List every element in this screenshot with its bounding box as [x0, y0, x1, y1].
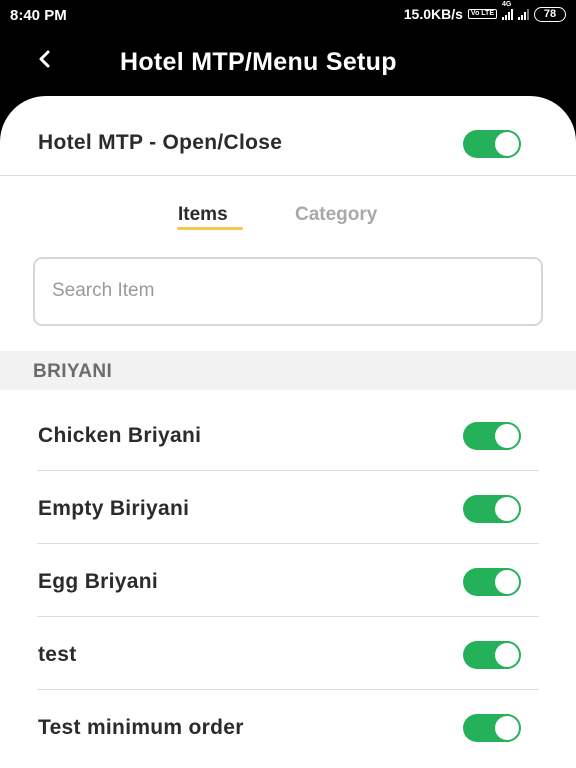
chevron-left-icon: [39, 50, 50, 68]
toggle-knob: [495, 643, 519, 667]
battery-icon: 78: [534, 6, 566, 22]
list-item: test: [0, 617, 576, 690]
status-indicators: 15.0KB/s Vo LTE 4G 78: [403, 1, 566, 22]
volte-icon: Vo LTE: [467, 9, 497, 19]
app-header: Hotel MTP/Menu Setup: [0, 30, 576, 98]
content-sheet: Hotel MTP - Open/Close Items Category BR…: [0, 96, 576, 768]
tab-bar: Items Category: [0, 204, 576, 234]
list-item: Chicken Briyani: [0, 398, 576, 471]
toggle-knob: [495, 424, 519, 448]
active-tab-indicator: [177, 227, 243, 230]
network-type: 4G: [502, 1, 512, 8]
item-label: Chicken Briyani: [38, 424, 202, 447]
list-item: Test minimum order: [0, 690, 576, 763]
signal-icon: [518, 8, 529, 20]
tab-items[interactable]: Items: [178, 204, 228, 226]
search-input[interactable]: [52, 277, 522, 305]
master-toggle-row: Hotel MTP - Open/Close: [0, 96, 576, 176]
toggle-knob: [495, 570, 519, 594]
item-label: Empty Biriyani: [38, 497, 190, 520]
toggle-knob: [495, 716, 519, 740]
item-toggle-switch[interactable]: [463, 714, 521, 742]
search-box[interactable]: [33, 257, 543, 326]
list-item: Empty Biriyani: [0, 471, 576, 544]
master-toggle-switch[interactable]: [463, 130, 521, 158]
item-toggle-switch[interactable]: [463, 641, 521, 669]
status-bar: 8:40 PM 15.0KB/s Vo LTE 4G 78: [0, 0, 576, 30]
item-toggle-switch[interactable]: [463, 495, 521, 523]
item-label: test: [38, 643, 77, 666]
tab-category[interactable]: Category: [295, 204, 377, 226]
battery-level: 78: [543, 8, 557, 20]
toggle-knob: [495, 132, 519, 156]
back-button[interactable]: [30, 44, 60, 74]
page-title: Hotel MTP/Menu Setup: [120, 48, 397, 76]
list-item: Egg Briyani: [0, 544, 576, 617]
toggle-knob: [495, 497, 519, 521]
signal-4g-icon: 4G: [502, 1, 513, 20]
network-speed: 15.0KB/s: [403, 6, 463, 22]
item-toggle-switch[interactable]: [463, 568, 521, 596]
item-toggle-switch[interactable]: [463, 422, 521, 450]
category-title: BRIYANI: [33, 361, 113, 382]
status-time: 8:40 PM: [10, 7, 67, 24]
master-toggle-label: Hotel MTP - Open/Close: [38, 131, 283, 154]
item-label: Egg Briyani: [38, 570, 158, 593]
item-label: Test minimum order: [38, 716, 244, 739]
category-header: BRIYANI: [0, 351, 576, 390]
